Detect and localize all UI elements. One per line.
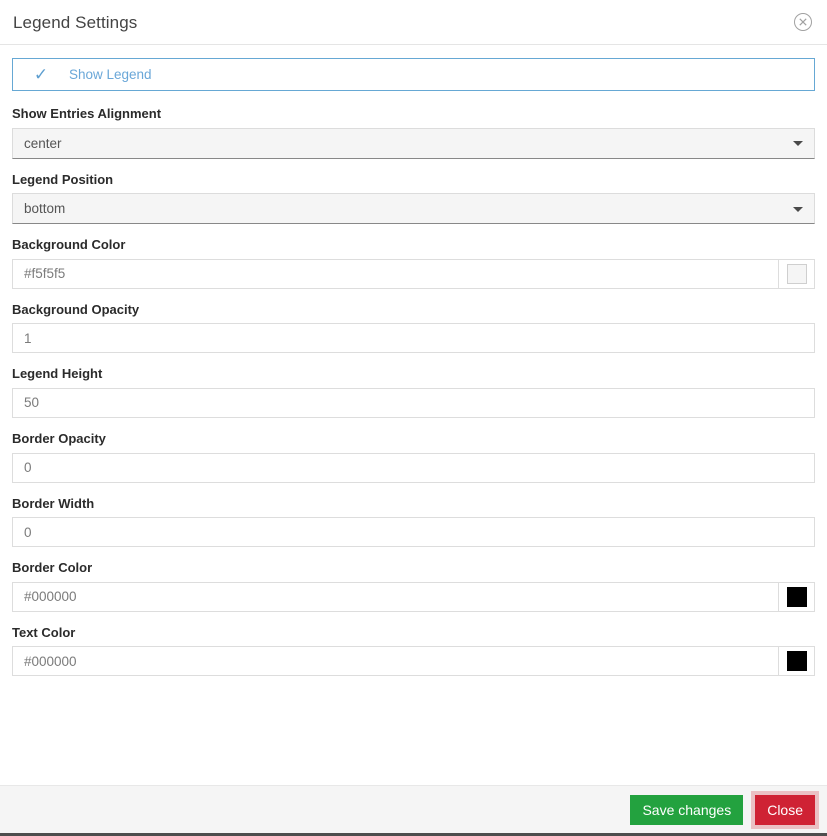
- label-legend-position: Legend Position: [12, 171, 114, 187]
- dialog-header: Legend Settings: [0, 0, 827, 45]
- close-button[interactable]: Close: [755, 794, 815, 825]
- select-value-show-entries-alignment: center: [24, 135, 62, 151]
- label-background-color: Background Color: [12, 237, 126, 253]
- page-title: Legend Settings: [13, 12, 138, 32]
- input-border-opacity[interactable]: 0: [12, 452, 815, 483]
- label-background-opacity: Background Opacity: [12, 301, 140, 317]
- color-row-text-color: #000000: [12, 646, 815, 677]
- select-legend-position[interactable]: bottom: [12, 193, 815, 225]
- color-row-background-color: #f5f5f5: [12, 258, 815, 289]
- field-show-entries-alignment: Show Entries Alignment center: [12, 106, 815, 159]
- swatch-button-background-color[interactable]: [778, 258, 815, 289]
- chevron-down-icon: [793, 206, 803, 212]
- input-legend-height[interactable]: 50: [12, 387, 815, 418]
- color-swatch-text-color: [786, 651, 807, 672]
- label-border-width: Border Width: [12, 495, 95, 511]
- field-background-color: Background Color #f5f5f5: [12, 237, 815, 289]
- check-icon: ✓: [33, 65, 49, 84]
- dialog-body: ✓ Show Legend Show Entries Alignment cen…: [0, 45, 827, 785]
- field-background-opacity: Background Opacity 1: [12, 302, 815, 354]
- input-background-opacity[interactable]: 1: [12, 323, 815, 354]
- swatch-button-text-color[interactable]: [778, 646, 815, 677]
- select-value-legend-position: bottom: [24, 201, 66, 217]
- field-legend-position: Legend Position bottom: [12, 172, 815, 225]
- color-swatch-border-color: [786, 586, 807, 607]
- field-border-width: Border Width 0: [12, 496, 815, 548]
- field-border-opacity: Border Opacity 0: [12, 431, 815, 483]
- save-changes-button[interactable]: Save changes: [630, 794, 744, 825]
- color-swatch-background-color: [786, 263, 807, 284]
- select-show-entries-alignment[interactable]: center: [12, 127, 815, 159]
- show-legend-checkbox[interactable]: ✓ Show Legend: [12, 58, 815, 91]
- label-border-color: Border Color: [12, 560, 93, 576]
- chevron-down-icon: [793, 141, 803, 147]
- label-show-entries-alignment: Show Entries Alignment: [12, 106, 162, 121]
- input-text-color[interactable]: #000000: [12, 646, 778, 677]
- input-background-color[interactable]: #f5f5f5: [12, 258, 778, 289]
- field-text-color: Text Color #000000: [12, 625, 815, 677]
- show-legend-label: Show Legend: [69, 67, 152, 82]
- close-circle-icon[interactable]: [793, 12, 813, 32]
- color-row-border-color: #000000: [12, 581, 815, 612]
- label-border-opacity: Border Opacity: [12, 430, 106, 446]
- input-border-width[interactable]: 0: [12, 517, 815, 548]
- dialog-footer: Save changes Close: [0, 785, 827, 836]
- label-text-color: Text Color: [12, 624, 76, 640]
- field-legend-height: Legend Height 50: [12, 366, 815, 418]
- legend-settings-dialog: Legend Settings ✓ Show Legend Show Entri…: [0, 0, 827, 836]
- field-border-color: Border Color #000000: [12, 560, 815, 612]
- label-legend-height: Legend Height: [12, 366, 103, 382]
- input-border-color[interactable]: #000000: [12, 581, 778, 612]
- swatch-button-border-color[interactable]: [778, 581, 815, 612]
